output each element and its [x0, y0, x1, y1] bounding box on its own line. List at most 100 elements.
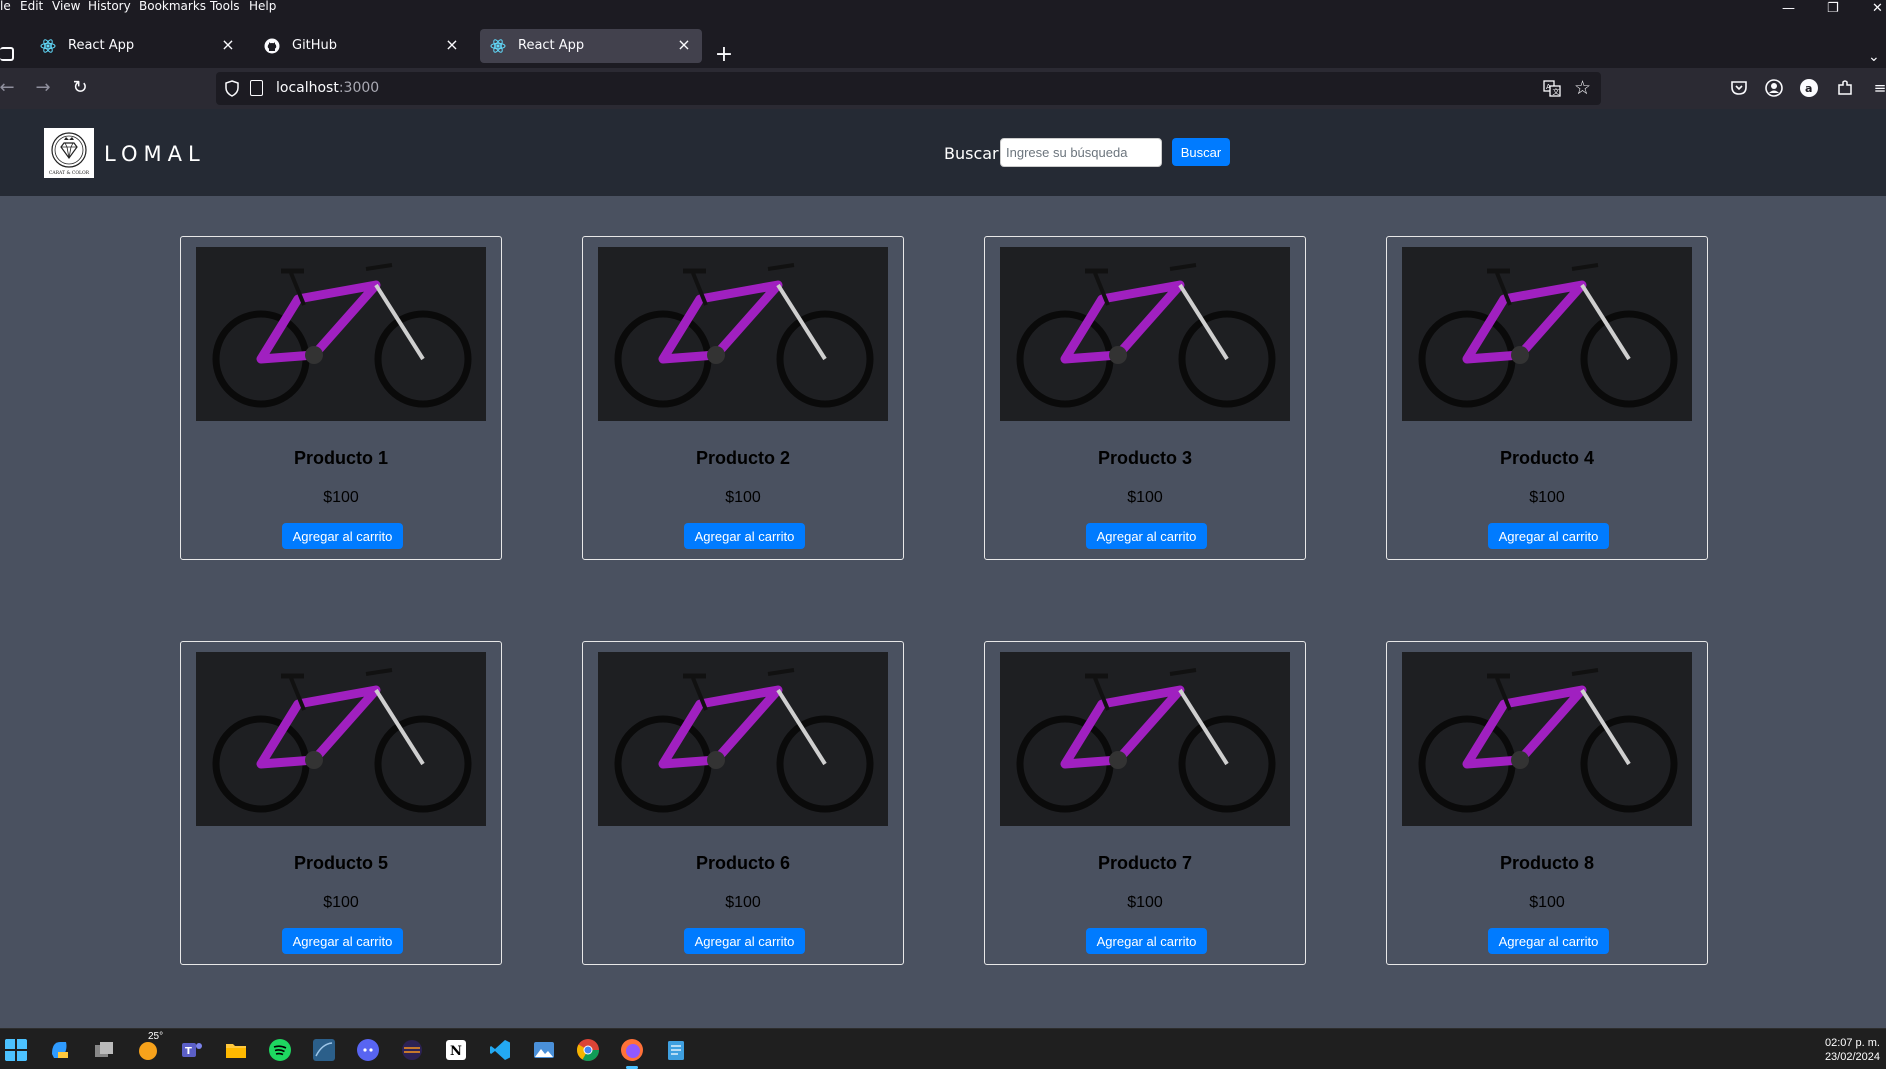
- pocket-icon[interactable]: [1729, 78, 1749, 98]
- translate-icon[interactable]: A 文: [1543, 80, 1561, 97]
- product-name: Producto 1: [293, 448, 388, 468]
- product-name: Producto 3: [1097, 448, 1192, 468]
- menu-view[interactable]: View: [52, 0, 80, 13]
- chrome-icon[interactable]: [576, 1038, 600, 1062]
- close-tab-icon[interactable]: ×: [674, 35, 694, 55]
- clock-date: 23/02/2024: [1824, 1051, 1880, 1063]
- back-arrow-icon[interactable]: ←: [0, 77, 18, 99]
- add-to-cart-button[interactable]: Agregar al carrito: [1086, 928, 1207, 954]
- tab-list-icon[interactable]: [0, 47, 14, 61]
- close-tab-icon[interactable]: ×: [442, 35, 462, 55]
- page-info-icon[interactable]: [250, 80, 263, 96]
- add-to-cart-button[interactable]: Agregar al carrito: [684, 523, 805, 549]
- product-price: $100: [1127, 894, 1163, 911]
- product-name: Producto 6: [695, 853, 790, 873]
- teams-icon[interactable]: T: [180, 1038, 204, 1062]
- menu-history[interactable]: History: [88, 0, 131, 13]
- svg-text:a: a: [1805, 82, 1812, 95]
- notion-icon[interactable]: N: [444, 1038, 468, 1062]
- product-price: $100: [1127, 489, 1163, 506]
- menu-hamburger-icon[interactable]: ≡: [1870, 78, 1886, 98]
- add-to-cart-button[interactable]: Agregar al carrito: [1488, 928, 1609, 954]
- weather-icon[interactable]: 25°: [136, 1031, 163, 1062]
- chevron-down-icon[interactable]: ⌄: [1868, 49, 1880, 65]
- eclipse-icon[interactable]: [400, 1038, 424, 1062]
- system-clock[interactable]: 02:07 p. m. 23/02/2024: [1825, 1036, 1880, 1064]
- tab-react-app-1[interactable]: React App ×: [30, 29, 246, 63]
- bicycle-image: [1402, 247, 1692, 421]
- mysql-workbench-icon[interactable]: [312, 1038, 336, 1062]
- address-bar[interactable]: localhost:3000 A 文 ☆: [216, 72, 1601, 105]
- bookmark-star-icon[interactable]: ☆: [1574, 77, 1591, 99]
- search-button[interactable]: Buscar: [1172, 138, 1230, 166]
- weather-temp: 25°: [148, 1031, 164, 1042]
- bicycle-image: [196, 652, 486, 826]
- shield-icon[interactable]: [224, 80, 240, 97]
- menu-bookmarks[interactable]: Bookmarks: [139, 0, 206, 13]
- react-icon: [40, 39, 56, 53]
- search-input[interactable]: [1000, 138, 1162, 167]
- bicycle-image: [196, 247, 486, 421]
- menu-edit[interactable]: Edit: [20, 0, 43, 13]
- tab-react-app-active[interactable]: React App ×: [480, 29, 702, 63]
- svg-text:A: A: [1546, 83, 1551, 91]
- spotify-icon[interactable]: [268, 1038, 292, 1062]
- product-name: Producto 8: [1499, 853, 1594, 873]
- start-icon[interactable]: [4, 1038, 28, 1062]
- menu-help[interactable]: Help: [249, 0, 276, 13]
- product-card: Producto 5 $100 Agregar al carrito: [180, 641, 502, 965]
- product-price: $100: [323, 489, 359, 506]
- copilot-icon[interactable]: [48, 1038, 72, 1062]
- product-name: Producto 5: [293, 853, 388, 873]
- product-price: $100: [725, 894, 761, 911]
- web-page: CARAT & COLOR LOMAL Buscar Buscar Produc…: [0, 109, 1886, 1028]
- clock-time: 02:07 p. m.: [1824, 1037, 1880, 1049]
- product-name: Producto 7: [1097, 853, 1192, 873]
- product-card: Producto 3 $100 Agregar al carrito: [984, 236, 1306, 560]
- product-name: Producto 4: [1499, 448, 1594, 468]
- bicycle-image: [1000, 652, 1290, 826]
- search-label: Buscar: [944, 144, 999, 163]
- add-to-cart-button[interactable]: Agregar al carrito: [684, 928, 805, 954]
- amazon-extension-icon[interactable]: a: [1799, 78, 1819, 98]
- photos-icon[interactable]: [532, 1038, 556, 1062]
- extensions-icon[interactable]: [1835, 78, 1855, 98]
- navigation-toolbar: ← → ↻ localhost:3000 A 文 ☆ a ≡: [0, 68, 1886, 109]
- menu-tools[interactable]: Tools: [210, 0, 240, 13]
- product-card: Producto 8 $100 Agregar al carrito: [1386, 641, 1708, 965]
- new-tab-icon[interactable]: +: [712, 44, 736, 68]
- add-to-cart-button[interactable]: Agregar al carrito: [1488, 523, 1609, 549]
- add-to-cart-button[interactable]: Agregar al carrito: [282, 928, 403, 954]
- product-price: $100: [323, 894, 359, 911]
- product-price: $100: [725, 489, 761, 506]
- vscode-icon[interactable]: [488, 1038, 512, 1062]
- account-icon[interactable]: [1764, 78, 1784, 98]
- product-card: Producto 2 $100 Agregar al carrito: [582, 236, 904, 560]
- add-to-cart-button[interactable]: Agregar al carrito: [1086, 523, 1207, 549]
- tab-title: GitHub: [292, 38, 338, 53]
- menu-file[interactable]: le: [0, 0, 11, 13]
- site-logo[interactable]: CARAT & COLOR: [44, 128, 94, 178]
- task-view-icon[interactable]: [92, 1038, 116, 1062]
- product-price: $100: [1529, 489, 1565, 506]
- tab-title: React App: [518, 38, 585, 53]
- discord-icon[interactable]: [356, 1038, 380, 1062]
- file-explorer-icon[interactable]: [224, 1038, 248, 1062]
- firefox-icon[interactable]: [620, 1038, 644, 1062]
- tab-bar: React App × GitHub × React App × + ⌄: [0, 13, 1886, 68]
- taskbar: 25° T N 02:07 p. m. 23/02/2024: [0, 1028, 1886, 1069]
- forward-arrow-icon[interactable]: →: [32, 77, 54, 99]
- tab-github[interactable]: GitHub ×: [254, 29, 470, 63]
- url-text[interactable]: localhost:3000: [276, 80, 379, 97]
- notepad-icon[interactable]: [664, 1038, 688, 1062]
- svg-text:N: N: [450, 1044, 462, 1059]
- close-tab-icon[interactable]: ×: [218, 35, 238, 55]
- svg-text:文: 文: [1553, 87, 1560, 96]
- brand-name[interactable]: LOMAL: [104, 142, 206, 166]
- product-name: Producto 2: [695, 448, 790, 468]
- add-to-cart-button[interactable]: Agregar al carrito: [282, 523, 403, 549]
- tab-title: React App: [68, 38, 135, 53]
- product-card: Producto 1 $100 Agregar al carrito: [180, 236, 502, 560]
- reload-icon[interactable]: ↻: [69, 77, 91, 99]
- product-price: $100: [1529, 894, 1565, 911]
